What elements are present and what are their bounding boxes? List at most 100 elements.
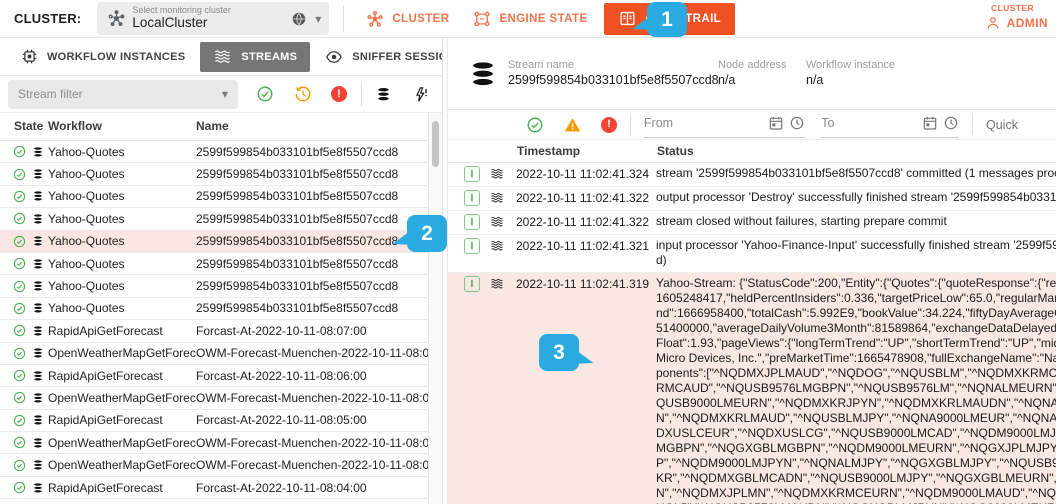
workflow-instance-value: n/a (806, 73, 895, 89)
success-filter-icon[interactable] (526, 116, 544, 134)
person-icon (985, 15, 1001, 31)
timestamp-cell: 2022-10-11 11:02:41.324 (516, 167, 656, 182)
stream-table-row[interactable]: OpenWeatherMapGetForecast OWM-Forecast-M… (0, 387, 442, 409)
database-icon (32, 258, 44, 270)
check-circle-icon (13, 481, 26, 494)
success-filter-icon[interactable] (256, 85, 274, 103)
audit-log-row[interactable]: I 2022-10-11 11:02:41.322 output process… (448, 187, 1056, 211)
cluster-nav-button[interactable]: CLUSTER (354, 0, 461, 38)
stream-table-row[interactable]: Yahoo-Quotes 2599f599854b033101bf5e8f550… (0, 186, 442, 208)
annotation-callout-1: 1 (647, 2, 687, 37)
stream-filter-input[interactable] (18, 87, 222, 101)
name-cell: 2599f599854b033101bf5e8f5507ccd8 (196, 189, 442, 203)
workflow-cell: RapidApiGetForecast (48, 413, 196, 427)
stream-table-row[interactable]: RapidApiGetForecast Forcast-At-2022-10-1… (0, 365, 442, 387)
stream-table-row[interactable]: Yahoo-Quotes 2599f599854b033101bf5e8f550… (0, 141, 442, 163)
to-date-field[interactable]: To (821, 112, 959, 138)
cluster-selector[interactable]: Select monitoring cluster LocalCluster ▾ (97, 2, 329, 35)
info-badge-icon: I (464, 190, 480, 206)
check-circle-icon (13, 145, 26, 158)
database-icon (32, 168, 44, 180)
stream-table-row[interactable]: RapidApiGetForecast Forcast-At-2022-10-1… (0, 410, 442, 432)
state-cell (0, 168, 48, 181)
calendar-icon[interactable] (922, 115, 938, 131)
left-scrollbar-thumb[interactable] (432, 121, 439, 167)
column-status: Status (657, 144, 1056, 158)
state-cell (0, 347, 48, 360)
tab-workflow-instances-label: WORKFLOW INSTANCES (47, 51, 185, 63)
stream-table-row[interactable]: Yahoo-Quotes 2599f599854b033101bf5e8f550… (0, 163, 442, 185)
check-circle-icon (13, 459, 26, 472)
database-icon (32, 437, 44, 449)
admin-menu[interactable]: CLUSTER ADMIN (985, 3, 1048, 31)
warning-filter-icon[interactable] (563, 116, 582, 134)
clock-icon[interactable] (943, 115, 959, 131)
stream-table-row[interactable]: OpenWeatherMapGetForecast OWM-Forecast-M… (0, 499, 442, 504)
tab-workflow-instances[interactable]: WORKFLOW INSTANCES (8, 42, 198, 72)
stream-table-row[interactable]: Yahoo-Quotes 2599f599854b033101bf5e8f550… (0, 231, 442, 253)
globe-icon (291, 11, 307, 27)
stream-filter-field[interactable]: ▾ (8, 80, 238, 109)
stream-name-label: Stream name (508, 59, 704, 73)
tab-sniffer-sessions[interactable]: SNIFFER SESSIONS (312, 42, 443, 72)
stream-table-row[interactable]: Yahoo-Quotes 2599f599854b033101bf5e8f550… (0, 253, 442, 275)
database-icon (32, 190, 44, 202)
workflow-cell: OpenWeatherMapGetForecast (48, 458, 196, 472)
right-panel: Stream name 2599f599854b033101bf5e8f5507… (447, 38, 1056, 504)
from-date-field[interactable]: From (644, 112, 805, 138)
database-icon (468, 59, 498, 89)
name-cell: 2599f599854b033101bf5e8f5507ccd8 (196, 212, 442, 226)
stream-table-row[interactable]: RapidApiGetForecast Forcast-At-2022-10-1… (0, 320, 442, 342)
stream-table-row[interactable]: Yahoo-Quotes 2599f599854b033101bf5e8f550… (0, 275, 442, 297)
filter-divider (972, 115, 973, 135)
workflow-cell: Yahoo-Quotes (48, 301, 196, 315)
flash-alert-icon[interactable] (413, 86, 429, 103)
streams-icon[interactable] (375, 86, 392, 103)
timestamp-cell: 2022-10-11 11:02:41.321 (516, 239, 656, 254)
error-filter-icon[interactable]: ! (331, 86, 347, 102)
workflow-cell: Yahoo-Quotes (48, 212, 196, 226)
tab-sniffer-sessions-label: SNIFFER SESSIONS (352, 51, 443, 63)
calendar-icon[interactable] (768, 115, 784, 131)
waves-icon (490, 277, 504, 290)
workflow-cell: Yahoo-Quotes (48, 189, 196, 203)
app-window: CLUSTER: Select monitoring cluster Local… (0, 0, 1056, 504)
stream-table-row[interactable]: RapidApiGetForecast Forcast-At-2022-10-1… (0, 477, 442, 499)
error-filter-icon[interactable]: ! (601, 117, 617, 133)
stream-table-row[interactable]: Yahoo-Quotes 2599f599854b033101bf5e8f550… (0, 208, 442, 230)
database-icon (32, 347, 44, 359)
stream-table-row[interactable]: OpenWeatherMapGetForecast OWM-Forecast-M… (0, 343, 442, 365)
database-icon (32, 370, 44, 382)
workflow-cell: RapidApiGetForecast (48, 324, 196, 338)
audit-log-row[interactable]: I 2022-10-11 11:02:41.319 Yahoo-Stream: … (448, 273, 1056, 504)
tab-streams[interactable]: STREAMS (200, 42, 310, 72)
stream-name-value: 2599f599854b033101bf5e8f5507ccd8 (508, 73, 704, 89)
audit-log-row[interactable]: I 2022-10-11 11:02:41.324 stream '2599f5… (448, 163, 1056, 187)
audit-log-row[interactable]: I 2022-10-11 11:02:41.321 input processo… (448, 235, 1056, 273)
status-line: 1605248417,"heldPercentInsiders":0.336,"… (656, 291, 1056, 306)
quick-filter-label[interactable]: Quick (986, 118, 1056, 132)
waves-icon (490, 191, 504, 204)
engine-state-icon (473, 10, 491, 28)
filter-divider (630, 115, 631, 135)
stream-table-row[interactable]: OpenWeatherMapGetForecast OWM-Forecast-M… (0, 454, 442, 476)
clock-icon[interactable] (789, 115, 805, 131)
status-line: ponents":["^NQDMXJPLMAUD","^NQDOG","^NQU… (656, 366, 1056, 381)
check-circle-icon (13, 347, 26, 360)
timestamp-cell: 2022-10-11 11:02:41.322 (516, 191, 656, 206)
status-line: Micro Devices, Inc.","preMarketTime":166… (656, 351, 1056, 366)
audit-log-row[interactable]: I 2022-10-11 11:02:41.322 stream closed … (448, 211, 1056, 235)
history-filter-icon[interactable] (294, 85, 312, 103)
stream-table-row[interactable]: Yahoo-Quotes 2599f599854b033101bf5e8f550… (0, 298, 442, 320)
engine-state-nav-button[interactable]: ENGINE STATE (461, 0, 599, 38)
column-state: State (0, 119, 48, 133)
check-circle-icon (13, 190, 26, 203)
cluster-selector-text: Select monitoring cluster LocalCluster (132, 6, 291, 31)
stream-table-row[interactable]: OpenWeatherMapGetForecast OWM-Forecast-M… (0, 432, 442, 454)
check-circle-icon (13, 302, 26, 315)
left-scrollbar[interactable] (428, 113, 442, 504)
workflow-instance-field: Workflow instance n/a (806, 59, 895, 88)
column-workflow: Workflow (48, 119, 196, 133)
status-line: d) (656, 253, 1056, 268)
chevron-down-icon: ▾ (222, 87, 228, 101)
